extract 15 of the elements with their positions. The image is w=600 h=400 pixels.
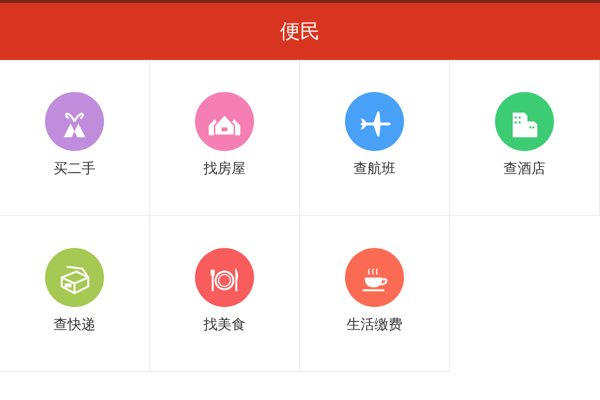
service-label: 找房屋 [204,160,246,178]
service-tile[interactable]: 查快递 [0,216,150,372]
service-tile[interactable]: 生活缴费 [300,216,450,372]
service-tile[interactable]: 查酒店 [450,60,600,216]
header-title: 便民 [280,18,320,45]
service-tile[interactable]: 找美食 [150,216,300,372]
service-label: 查快递 [54,316,96,334]
service-tile[interactable]: 查航班 [300,60,450,216]
service-label: 找美食 [204,316,246,334]
service-tile[interactable]: 找房屋 [150,60,300,216]
service-tile[interactable]: 买二手 [0,60,150,216]
service-label: 查航班 [354,160,396,178]
service-label: 买二手 [54,160,96,178]
service-label: 生活缴费 [346,316,402,334]
service-label: 查酒店 [504,160,546,178]
